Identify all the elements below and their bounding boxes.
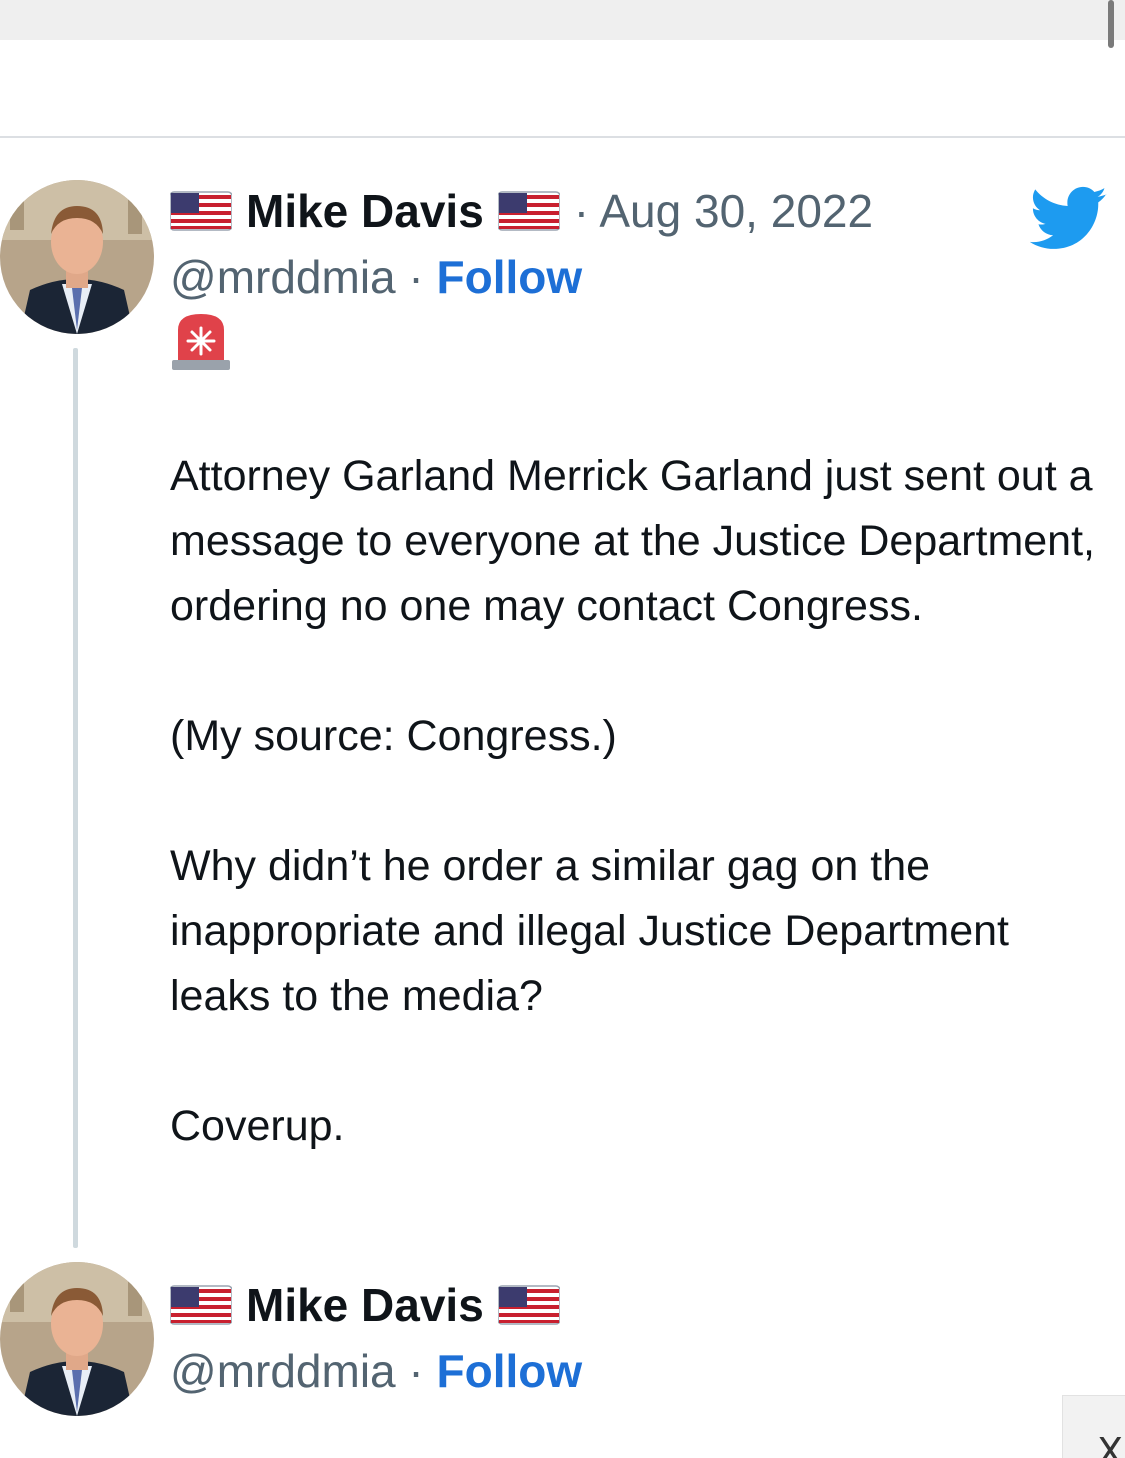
author-name[interactable]: Mike Davis	[246, 184, 484, 238]
us-flag-icon	[170, 1282, 232, 1328]
browser-top-bar	[0, 0, 1125, 40]
reply-author-name[interactable]: Mike Davis	[246, 1278, 484, 1332]
separator-dot: ·	[408, 1345, 424, 1397]
reply-author-row: Mike Davis	[170, 1278, 560, 1332]
separator-dot: ·	[573, 185, 590, 237]
thread-connector-line	[73, 348, 78, 1248]
reply-handle-row: @mrddmia · Follow	[170, 1344, 582, 1398]
separator-dot: ·	[408, 251, 424, 303]
tweet-paragraph: Attorney Garland Merrick Garland just se…	[170, 452, 1095, 630]
close-button[interactable]: X	[1062, 1395, 1125, 1458]
author-handle[interactable]: @mrddmia	[170, 251, 396, 303]
rotating-light-icon	[172, 314, 230, 370]
reply-follow-button[interactable]: Follow	[437, 1345, 583, 1397]
scrollbar-thumb[interactable]	[1108, 0, 1114, 48]
reply-author-handle[interactable]: @mrddmia	[170, 1345, 396, 1397]
author-avatar[interactable]	[0, 180, 154, 334]
section-divider	[0, 136, 1125, 138]
tweet-author-row: Mike Davis · Aug 30, 2022	[170, 184, 873, 238]
tweet-paragraph: (My source: Congress.)	[170, 712, 617, 760]
tweet-body: Attorney Garland Merrick Garland just se…	[170, 444, 1110, 1159]
tweet-meta: · Aug 30, 2022	[574, 184, 873, 238]
tweet-paragraph: Coverup.	[170, 1102, 345, 1150]
us-flag-icon	[170, 188, 232, 234]
close-icon: X	[1097, 1430, 1124, 1458]
follow-button[interactable]: Follow	[437, 251, 583, 303]
us-flag-icon	[497, 1282, 560, 1328]
tweet-date[interactable]: Aug 30, 2022	[599, 185, 873, 237]
reply-author-avatar[interactable]	[0, 1262, 154, 1416]
tweet-handle-row: @mrddmia · Follow	[170, 250, 582, 304]
tweet-paragraph: Why didn’t he order a similar gag on the…	[170, 842, 1009, 1020]
us-flag-icon	[497, 188, 560, 234]
twitter-bird-icon[interactable]	[1030, 186, 1108, 252]
